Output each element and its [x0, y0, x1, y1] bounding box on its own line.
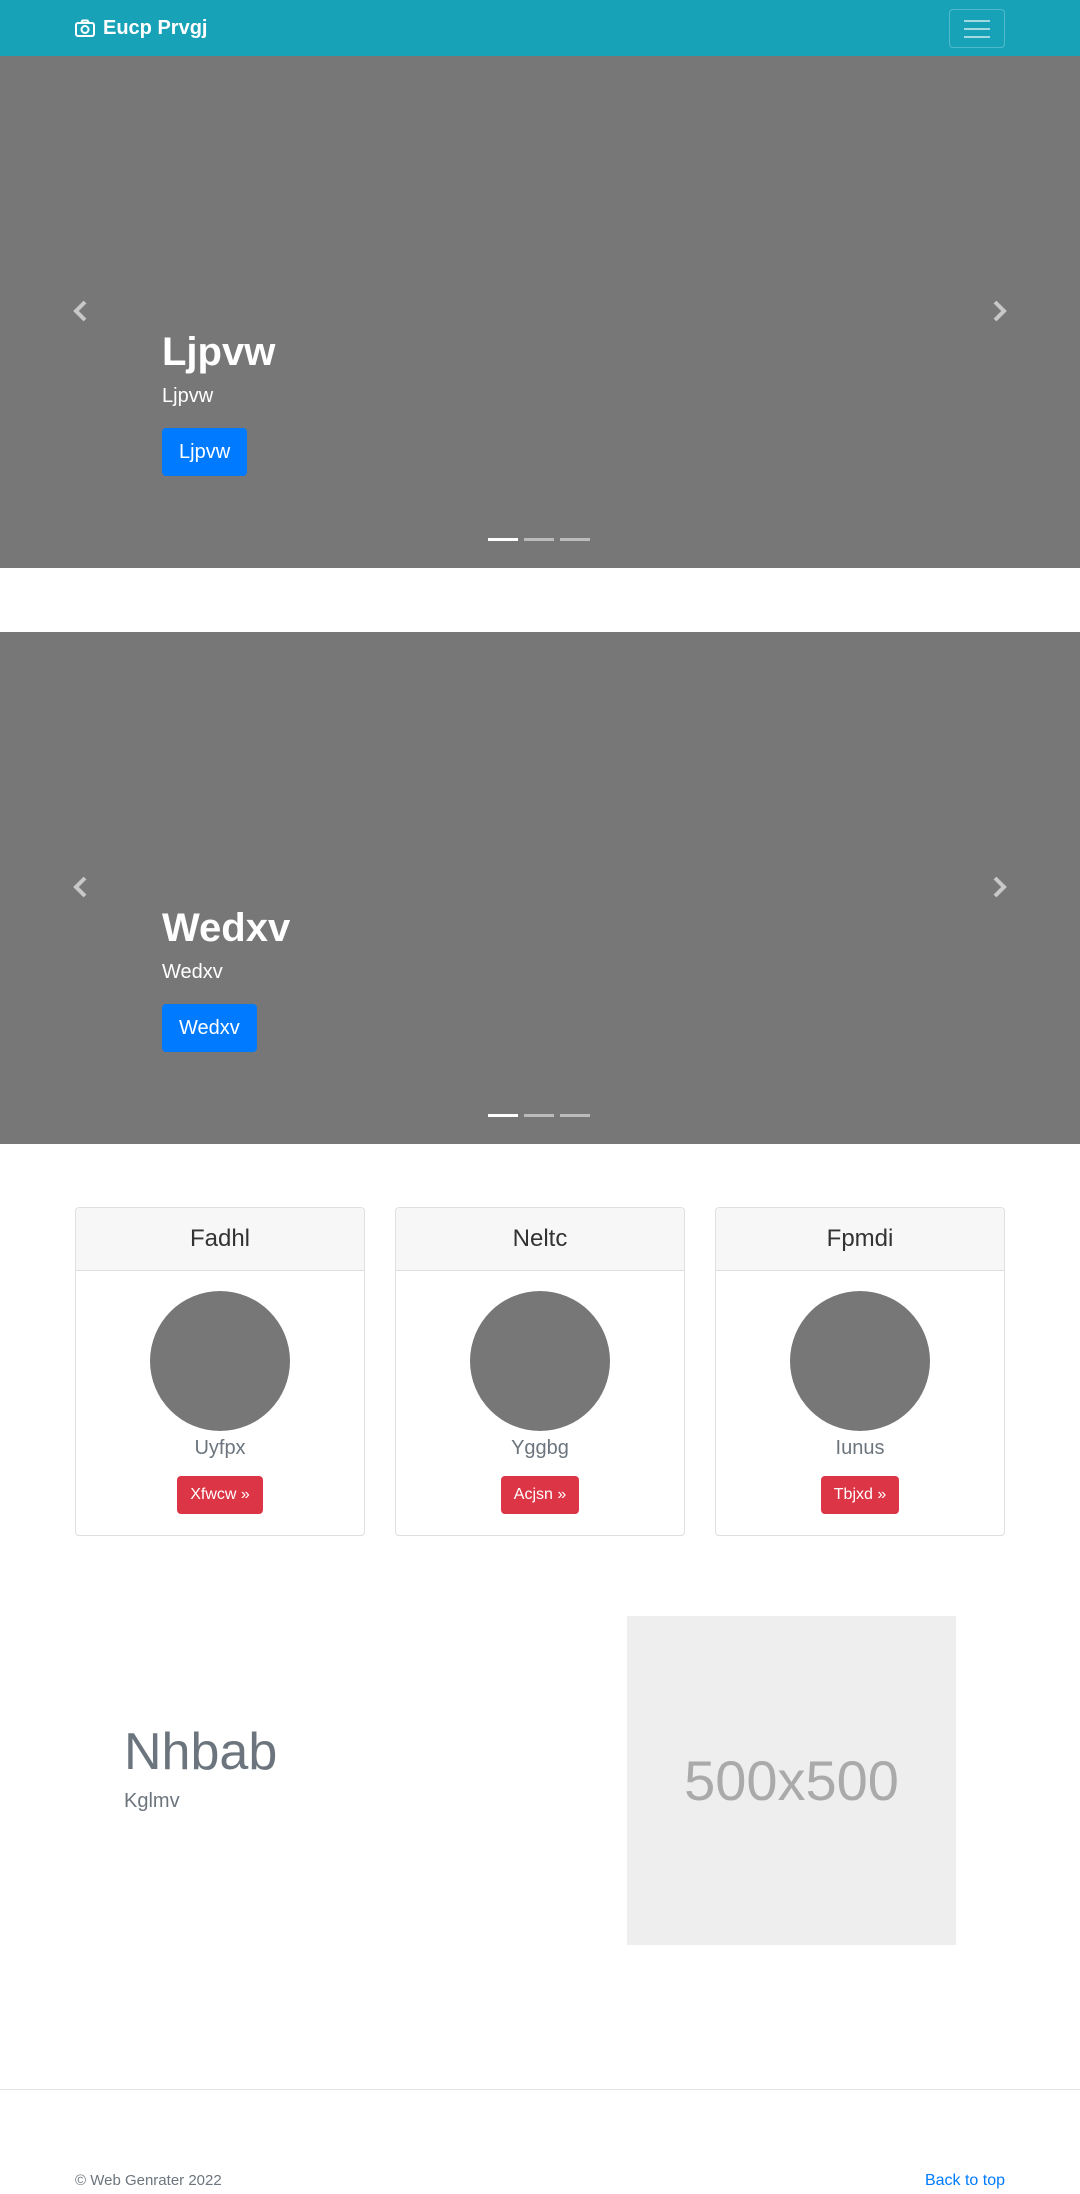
card-button[interactable]: Tbjxd » [820, 1476, 900, 1514]
featurette-subtitle: Kglmv [124, 1790, 180, 1812]
carousel-indicator[interactable] [488, 538, 518, 541]
carousel-indicator[interactable] [524, 1114, 554, 1117]
footer-divider [0, 2089, 1080, 2090]
brand-name: Eucp Prvgj [103, 16, 208, 39]
carousel-caption: Ljpvw Ljpvw Ljpvw [162, 328, 275, 476]
carousel-caption: Wedxv Wedxv Wedxv [162, 904, 290, 1052]
navbar: Eucp Prvgj [0, 0, 1080, 56]
chevron-left-icon[interactable] [70, 876, 92, 898]
card-2: Neltc Yggbg Acjsn » [395, 1207, 685, 1536]
chevron-right-icon[interactable] [988, 876, 1010, 898]
placeholder-label: 500x500 [684, 1749, 899, 1812]
card-text: Yggbg [511, 1437, 569, 1459]
carousel-button[interactable]: Ljpvw [162, 428, 248, 476]
hamburger-menu-icon [964, 19, 990, 22]
carousel-indicators [488, 1114, 590, 1117]
avatar [790, 1291, 930, 1431]
carousel-1: Ljpvw Ljpvw Ljpvw [0, 56, 1080, 568]
carousel-button[interactable]: Wedxv [162, 1004, 257, 1052]
card-button[interactable]: Acjsn » [500, 1476, 580, 1514]
carousel-indicator[interactable] [560, 1114, 590, 1117]
card-text: Iunus [835, 1437, 885, 1459]
avatar [150, 1291, 290, 1431]
navbar-toggler-button[interactable] [949, 9, 1005, 48]
carousel-indicators [488, 538, 590, 541]
placeholder-image: 500x500 [627, 1616, 956, 1945]
card-header: Fadhl [76, 1208, 364, 1271]
card-3: Fpmdi Iunus Tbjxd » [715, 1207, 1005, 1536]
card-1: Fadhl Uyfpx Xfwcw » [75, 1207, 365, 1536]
back-to-top-link[interactable]: Back to top [925, 2172, 1005, 2190]
carousel-indicator[interactable] [524, 538, 554, 541]
avatar [470, 1291, 610, 1431]
chevron-right-icon[interactable] [988, 300, 1010, 322]
carousel-heading: Wedxv [162, 906, 291, 950]
carousel-indicator[interactable] [560, 538, 590, 541]
camera-icon [75, 19, 95, 37]
brand-link[interactable]: Eucp Prvgj [75, 0, 207, 56]
copyright-text: © Web Genrater 2022 [75, 2172, 222, 2189]
carousel-indicator[interactable] [488, 1114, 518, 1117]
carousel-text: Ljpvw [162, 385, 214, 407]
featurette-title: Nhbab [124, 1723, 278, 1781]
card-button[interactable]: Xfwcw » [177, 1476, 263, 1514]
card-header: Neltc [396, 1208, 684, 1271]
carousel-2: Wedxv Wedxv Wedxv [0, 632, 1080, 1144]
carousel-heading: Ljpvw [162, 330, 276, 374]
carousel-text: Wedxv [162, 961, 223, 983]
chevron-left-icon[interactable] [70, 300, 92, 322]
card-header: Fpmdi [716, 1208, 1004, 1271]
card-text: Uyfpx [194, 1437, 246, 1459]
